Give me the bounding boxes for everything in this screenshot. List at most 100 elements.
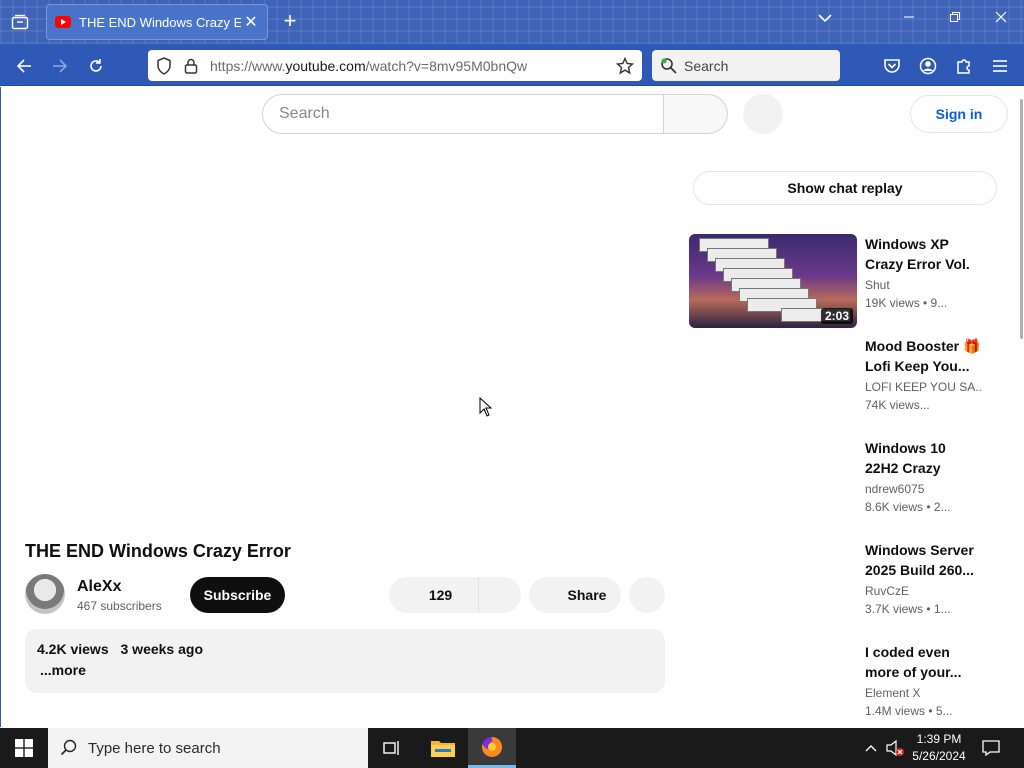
- video-player[interactable]: [25, 147, 665, 527]
- recommendation-stats: 1.4M views • 5...: [865, 704, 953, 718]
- like-dislike-group: 129: [389, 577, 521, 613]
- firefox-taskbar-button[interactable]: [468, 728, 516, 768]
- share-button[interactable]: Share: [529, 577, 621, 613]
- chevron-down-icon: [818, 14, 832, 23]
- recommendation-channel[interactable]: LOFI KEEP YOU SA...: [865, 380, 981, 394]
- voice-search-button[interactable]: [743, 94, 783, 134]
- recommendation-stats: 3.7K views • 1...: [865, 602, 951, 616]
- close-window-button[interactable]: [986, 10, 1016, 28]
- more-actions-button[interactable]: [629, 577, 665, 613]
- recommendation-stats: 8.6K views • 2...: [865, 500, 951, 514]
- windows-logo-icon: [15, 739, 33, 757]
- subscribe-button[interactable]: Subscribe: [190, 577, 285, 613]
- back-button[interactable]: [11, 53, 37, 79]
- youtube-search-button[interactable]: [664, 94, 728, 134]
- browser-search-placeholder: Search: [684, 57, 729, 74]
- bookmark-star-icon[interactable]: [616, 56, 634, 75]
- clock-time: 1:39 PM: [916, 732, 962, 746]
- tab-active[interactable]: THE END Windows Crazy Error ✕: [46, 4, 268, 40]
- video-duration: 2:03: [820, 308, 853, 324]
- browser-navbar: https://www.youtube.com/watch?v=8mv95M0b…: [0, 44, 1024, 86]
- pocket-icon: [884, 59, 900, 73]
- arrow-right-icon: [53, 59, 68, 73]
- recommendation-title[interactable]: Mood Booster 🎁 Lofi Keep You...: [865, 336, 981, 376]
- account-button[interactable]: [915, 53, 941, 79]
- browser-titlebar: THE END Windows Crazy Error ✕ +: [0, 0, 1024, 44]
- start-button[interactable]: [0, 728, 48, 768]
- arrow-left-icon: [16, 59, 31, 73]
- channel-name[interactable]: AleXx: [77, 578, 121, 596]
- address-bar[interactable]: https://www.youtube.com/watch?v=8mv95M0b…: [148, 50, 642, 81]
- description-more-link[interactable]: ...more: [40, 662, 653, 678]
- hamburger-menu-icon: [993, 60, 1007, 72]
- lock-icon: [184, 58, 198, 74]
- shield-icon: [157, 56, 171, 75]
- volume-button[interactable]: [885, 738, 905, 758]
- recommendation-item[interactable]: 2:03 Windows XP Crazy Error Vol. ... Shu…: [689, 234, 989, 328]
- forward-button[interactable]: [47, 53, 73, 79]
- recommendation-item[interactable]: Mood Booster 🎁 Lofi Keep You... LOFI KEE…: [689, 336, 989, 428]
- show-hidden-icons-button[interactable]: [861, 738, 881, 758]
- account-icon: [919, 57, 937, 75]
- dislike-button[interactable]: [479, 577, 521, 613]
- restore-icon: [950, 12, 960, 22]
- minimize-button[interactable]: [894, 10, 924, 28]
- search-icon: [60, 739, 77, 756]
- url-prefix: https://www.: [210, 57, 286, 74]
- youtube-page: Search Sign in THE END Windows Crazy Err…: [0, 87, 1024, 727]
- recommendation-stats: 19K views • 9...: [865, 296, 948, 310]
- file-explorer-button[interactable]: [419, 728, 467, 768]
- url-path: /watch?v=8mv95M0bnQw: [365, 57, 528, 74]
- upload-age: 3 weeks ago: [120, 641, 204, 657]
- pocket-button[interactable]: [879, 53, 905, 79]
- reload-icon: [90, 59, 102, 72]
- page-scrollbar[interactable]: [1020, 99, 1023, 339]
- menu-button[interactable]: [987, 53, 1013, 79]
- subscriber-count: 467 subscribers: [77, 599, 162, 613]
- recommendation-thumbnail[interactable]: 2:03: [689, 234, 857, 328]
- recommendation-item[interactable]: I coded even more of your... Element X 1…: [689, 642, 989, 734]
- tab-list-button[interactable]: [6, 8, 34, 36]
- reload-button[interactable]: [83, 53, 109, 79]
- recommendation-stats: 74K views...: [865, 398, 930, 412]
- recommendation-title[interactable]: I coded even more of your...: [865, 642, 981, 682]
- taskbar-search-box[interactable]: Type here to search: [48, 728, 368, 768]
- browser-search-field[interactable]: Search: [652, 50, 840, 81]
- taskbar-search-placeholder: Type here to search: [88, 739, 221, 757]
- tab-close-icon[interactable]: ✕: [243, 12, 259, 32]
- youtube-favicon-icon: [55, 16, 71, 28]
- minimize-icon: [904, 16, 914, 18]
- recommendation-title[interactable]: Windows 10 22H2 Crazy Erro...: [865, 438, 981, 478]
- new-tab-button[interactable]: +: [278, 10, 302, 32]
- notification-icon: [982, 740, 1000, 757]
- show-chat-replay-button[interactable]: Show chat replay: [693, 171, 997, 205]
- channel-avatar[interactable]: [25, 574, 65, 614]
- youtube-search-input[interactable]: Search: [262, 94, 664, 134]
- close-icon: [995, 11, 1007, 23]
- recommendation-channel[interactable]: ndrew6075: [865, 482, 981, 496]
- list-all-tabs-button[interactable]: [810, 10, 840, 28]
- task-view-icon: [383, 741, 399, 755]
- recommendation-title[interactable]: Windows XP Crazy Error Vol. ...: [865, 234, 981, 274]
- sign-in-button[interactable]: Sign in: [910, 95, 1008, 133]
- tab-title: THE END Windows Crazy Error: [79, 14, 241, 30]
- extensions-button[interactable]: [951, 53, 977, 79]
- recommendation-item[interactable]: Windows Server 2025 Build 260... RuvCzE …: [689, 540, 989, 632]
- firefox-icon: [482, 736, 503, 757]
- restore-button[interactable]: [940, 10, 970, 28]
- notifications-button[interactable]: [981, 738, 1001, 758]
- task-view-button[interactable]: [368, 728, 416, 768]
- volume-muted-icon: [886, 739, 904, 757]
- search-engine-icon: [661, 57, 677, 74]
- recommendation-item[interactable]: Windows 10 22H2 Crazy Erro... ndrew6075 …: [689, 438, 989, 530]
- description-box[interactable]: 4.2K views 3 weeks ago ...more: [25, 629, 665, 693]
- system-clock[interactable]: 1:39 PM 5/26/2024: [906, 731, 972, 765]
- recommendation-channel[interactable]: Element X: [865, 686, 981, 700]
- recommendation-channel[interactable]: Shut: [865, 278, 981, 292]
- like-button[interactable]: 129: [389, 577, 479, 613]
- recommendation-title[interactable]: Windows Server 2025 Build 260...: [865, 540, 981, 580]
- recommendation-channel[interactable]: RuvCzE: [865, 584, 981, 598]
- video-meta: 4.2K views 3 weeks ago: [37, 641, 653, 657]
- folder-icon: [431, 741, 455, 757]
- url-host: youtube.com: [285, 57, 366, 74]
